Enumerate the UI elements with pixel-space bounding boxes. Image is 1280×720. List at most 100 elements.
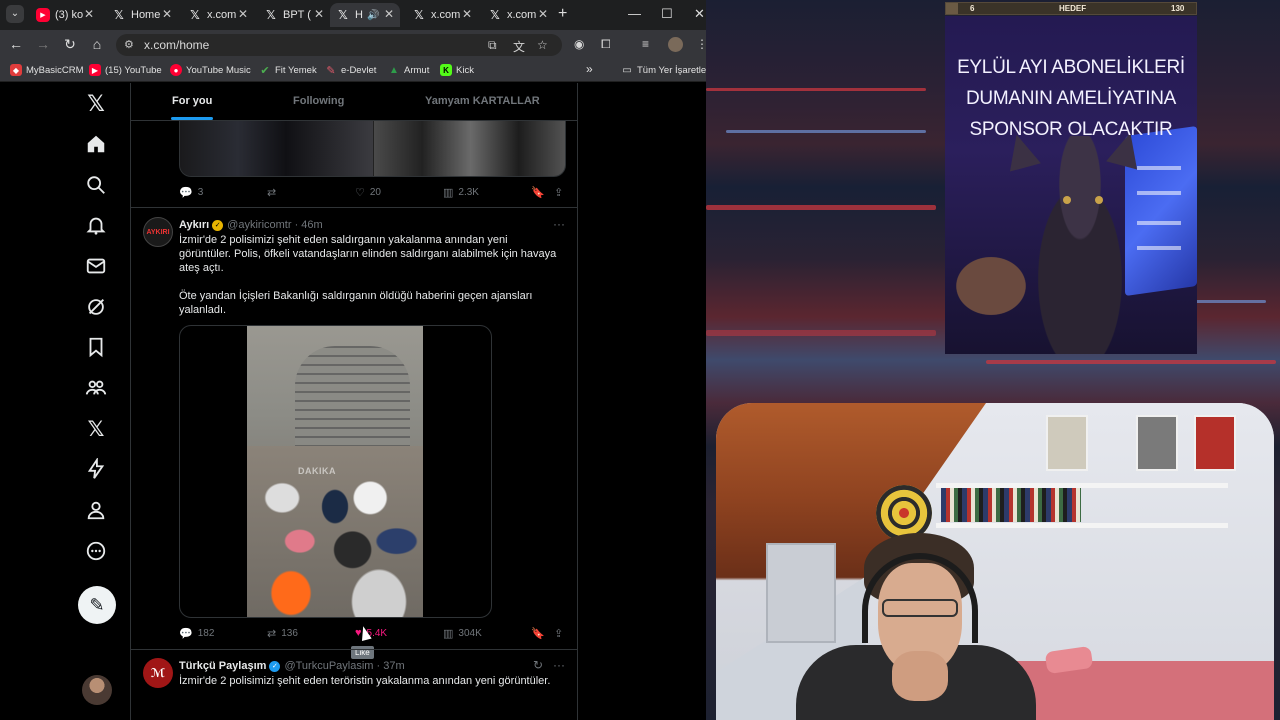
views-button[interactable]: ▥ 2.3K [443,186,479,199]
extension-icon[interactable]: ◉ [574,37,584,51]
bookmark-item[interactable]: K Kick [440,64,474,76]
edevlet-icon: ✎ [326,64,336,77]
more-icon[interactable]: ··· [553,217,565,231]
speaker-icon[interactable]: 🔊 [367,10,379,21]
browser-tab[interactable]: 𝕏 x.com ✕ [482,3,554,27]
hand [892,651,948,701]
home-icon[interactable]: ⌂ [88,36,106,52]
puzzle-icon[interactable]: ⧠ [601,37,611,52]
maximize-icon[interactable]: ☐ [661,6,673,22]
home-icon[interactable] [84,133,108,157]
all-bookmarks-button[interactable]: ▭ Tüm Yer İşaretleri [621,64,706,76]
close-tab-icon[interactable]: ✕ [384,7,394,21]
tab-yamyam-kartallar[interactable]: Yamyam KARTALLAR [425,95,540,107]
grok-icon[interactable] [84,296,108,320]
author-name[interactable]: Türkçü Paylaşım [179,660,266,672]
x-logo-icon: 𝕏 [190,8,200,22]
close-tab-icon[interactable]: ✕ [314,7,324,21]
address-bar[interactable]: ⚙ x.com/home ⧉ 文 ☆ [116,34,562,56]
avatar[interactable]: AYKIRI [143,217,173,247]
close-tab-icon[interactable]: ✕ [462,7,472,21]
close-tab-icon[interactable]: ✕ [238,7,248,21]
bookmark-item[interactable]: ▲ Armut [388,64,429,76]
premium-x-icon[interactable]: 𝕏 [84,418,108,442]
reply-button[interactable]: 💬 182 [179,627,214,640]
tab-following[interactable]: Following [293,95,344,107]
bookmarks-icon[interactable] [84,336,108,360]
browser-tab-active[interactable]: 𝕏 H 🔊 ✕ [330,3,400,27]
media-image[interactable] [374,121,565,176]
author-handle[interactable]: @TurkcuPaylasim · 37m [284,660,404,672]
bookmark-button[interactable]: 🔖 [531,627,550,640]
reply-icon: 💬 [179,628,193,640]
close-tab-icon[interactable]: ✕ [538,7,548,21]
share-icon: ⇪ [554,187,564,199]
share-button[interactable]: ⇪ [554,186,568,199]
bookmark-item[interactable]: ✔ Fit Yemek [259,64,316,77]
account-avatar[interactable] [82,675,112,705]
notifications-bell-icon[interactable] [84,214,108,238]
bookmark-button[interactable]: 🔖 [531,186,550,199]
url-text[interactable]: x.com/home [144,38,209,52]
media-image[interactable] [180,121,373,176]
reply-button[interactable]: 💬 3 [179,186,203,199]
install-app-icon[interactable]: ⧉ [488,38,497,53]
like-button[interactable]: ♡ 20 [355,186,381,199]
background-streak [986,360,1276,364]
retweet-icon: ⇄ [267,187,277,199]
browser-tab[interactable]: 𝕏 x.com ✕ [182,3,254,27]
like-count: 20 [369,187,381,198]
x-logo-icon[interactable]: 𝕏 [84,92,108,116]
grok-explain-icon[interactable]: ↻ [533,658,543,672]
tweet-video[interactable]: DAKIKA [179,325,492,618]
close-tab-icon[interactable]: ✕ [162,7,172,21]
author-name[interactable]: Aykırı [179,219,209,231]
reload-icon[interactable]: ↻ [61,36,79,53]
retweet-button[interactable]: ⇄ [267,186,281,199]
bookmark-item[interactable]: ● YouTube Music [170,64,251,76]
browser-tab[interactable]: ▶ (3) ko ✕ [30,3,100,27]
views-button[interactable]: ▥ 304K [443,627,482,640]
announcement-line: EYLÜL AYI ABONELİKLERİ [957,57,1185,78]
search-icon[interactable] [84,174,108,198]
minimize-icon[interactable]: — [628,6,641,21]
bookmark-item[interactable]: ◆ MyBasicCRM [10,64,84,76]
bookmarks-overflow-button[interactable]: » [586,62,593,76]
tab-search-button[interactable]: ⌄ [6,5,24,23]
tweet-media[interactable] [179,121,566,177]
x-logo-icon: 𝕏 [414,8,424,22]
video-scene [295,346,410,456]
browser-tab[interactable]: 𝕏 Home ✕ [106,3,178,27]
media-control-icon[interactable]: ≡ [642,37,649,51]
cat-camera: EYLÜL AYI ABONELİKLERİ DUMANIN AMELİYATI… [945,16,1197,354]
subscriber-goal-bar: 6 HEDEF 130 [945,2,1197,15]
bookmark-star-icon[interactable]: ☆ [537,38,548,52]
menu-icon[interactable]: ⋮ [696,37,706,51]
more-options-icon[interactable] [84,540,108,564]
new-tab-button[interactable]: + [558,5,567,23]
x-logo-icon: 𝕏 [266,8,276,22]
site-info-icon[interactable]: ⚙ [124,38,134,51]
forward-icon[interactable]: → [34,36,52,52]
share-button[interactable]: ⇪ [554,627,568,640]
close-window-icon[interactable]: ✕ [694,6,705,22]
retweet-button[interactable]: ⇄ 136 [267,627,298,640]
translate-icon[interactable]: 文 [513,38,525,55]
bookmark-item[interactable]: ✎ e-Devlet [325,64,376,77]
verified-orgs-bolt-icon[interactable] [84,456,108,482]
profile-icon[interactable] [84,499,108,523]
close-tab-icon[interactable]: ✕ [84,7,94,21]
profile-avatar[interactable] [668,37,683,52]
bookmark-item[interactable]: ▶ (15) YouTube [89,64,162,76]
avatar[interactable]: ℳ [143,658,173,688]
communities-icon[interactable] [84,377,108,401]
streamer [796,533,1036,720]
browser-tab[interactable]: 𝕏 BPT ( ✕ [258,3,330,27]
author-handle[interactable]: @aykiricomtr · 46m [227,219,323,231]
browser-tab[interactable]: 𝕏 x.com ✕ [406,3,478,27]
tab-for-you[interactable]: For you [172,95,212,107]
more-icon[interactable]: ··· [553,658,565,672]
messages-mail-icon[interactable] [84,255,108,279]
compose-post-button[interactable]: ✎ [78,586,116,624]
back-icon[interactable]: ← [7,36,25,52]
